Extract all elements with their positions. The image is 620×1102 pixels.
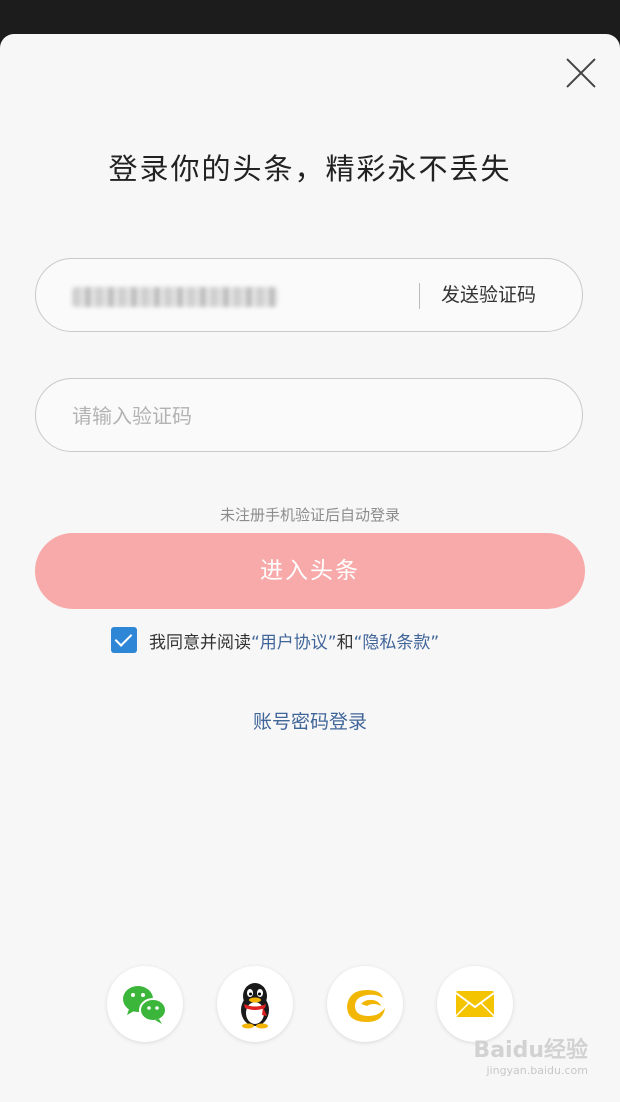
baidu-watermark: Baidu经验 jingyan.baidu.com — [473, 1038, 588, 1077]
agree-checkbox[interactable] — [111, 627, 137, 653]
agreement-conjunction: 和 — [336, 632, 354, 653]
wechat-icon — [123, 986, 167, 1024]
phone-field: 发送验证码 — [35, 258, 583, 333]
privacy-policy-link[interactable]: “隐私条款” — [354, 628, 440, 653]
watermark-url: jingyan.baidu.com — [486, 1064, 588, 1077]
code-input[interactable] — [70, 379, 544, 453]
qq-icon — [241, 983, 269, 1029]
tianyi-icon — [347, 990, 385, 1022]
user-agreement-link[interactable]: “用户协议” — [251, 628, 337, 653]
tianyi-login-button[interactable] — [327, 966, 403, 1042]
qq-login-button[interactable] — [217, 966, 293, 1042]
phone-input[interactable] — [70, 259, 374, 333]
page-title: 登录你的头条，精彩永不丢失 — [108, 152, 512, 186]
close-icon[interactable] — [564, 56, 598, 90]
watermark-brand: Baidu经验 — [473, 1038, 588, 1063]
login-sheet: 登录你的头条，精彩永不丢失 发送验证码 未注册手机验证后自动登录 进入头条 我同… — [0, 34, 620, 1102]
code-field — [35, 378, 583, 453]
field-divider — [419, 283, 420, 309]
mail-login-button[interactable] — [437, 966, 513, 1042]
enter-button[interactable]: 进入头条 — [35, 533, 585, 609]
mail-icon — [455, 991, 495, 1017]
wechat-login-button[interactable] — [107, 966, 183, 1042]
agreement-row: 我同意并阅读 “用户协议” 和 “隐私条款” — [111, 626, 439, 654]
send-code-button[interactable]: 发送验证码 — [441, 259, 536, 331]
password-login-link[interactable]: 账号密码登录 — [0, 707, 620, 734]
agreement-prefix: 我同意并阅读 — [149, 632, 251, 653]
auto-register-hint: 未注册手机验证后自动登录 — [219, 506, 400, 524]
